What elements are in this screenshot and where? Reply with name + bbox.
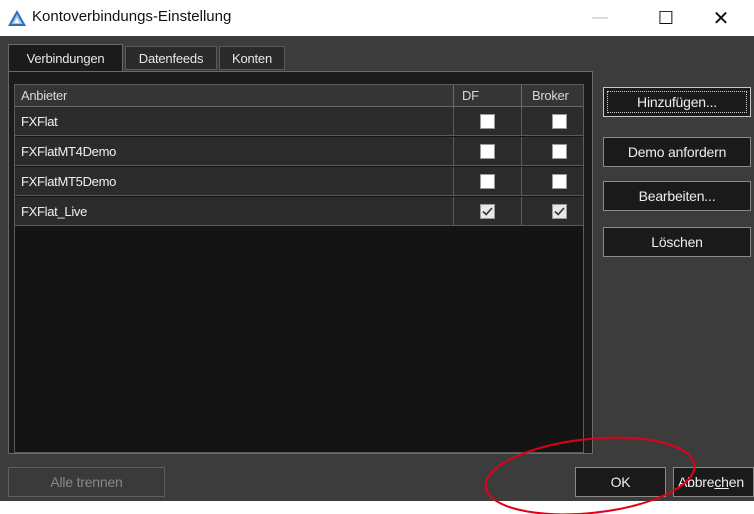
maximize-button[interactable]: ☐ [643, 0, 689, 36]
provider-name: FXFlatMT4Demo [21, 144, 117, 159]
provider-name: FXFlatMT5Demo [21, 174, 117, 189]
table-row[interactable]: FXFlat_Live [15, 197, 583, 226]
broker-checkbox[interactable] [552, 144, 567, 159]
delete-button[interactable]: Löschen [603, 227, 751, 257]
provider-name: FXFlat [21, 114, 58, 129]
column-divider [521, 137, 522, 165]
table-row[interactable]: FXFlat [15, 107, 583, 136]
column-header-broker[interactable]: Broker [521, 85, 583, 106]
table-row[interactable]: FXFlatMT5Demo [15, 167, 583, 196]
ok-button[interactable]: OK [575, 467, 666, 497]
column-divider [453, 167, 454, 195]
cancel-button[interactable]: Abbre ch en [673, 467, 754, 497]
column-divider [521, 197, 522, 225]
column-header-df[interactable]: DF [453, 85, 520, 106]
column-divider [453, 107, 454, 135]
title-bar: Kontoverbindungs-Einstellung — ☐ ✕ [0, 0, 754, 36]
df-checkbox[interactable] [480, 204, 495, 219]
cancel-label-accesskey: ch [714, 474, 729, 490]
close-button[interactable]: ✕ [698, 0, 744, 36]
disconnect-all-button[interactable]: Alle trennen [8, 467, 165, 497]
edit-button[interactable]: Bearbeiten... [603, 181, 751, 211]
table-header: Anbieter DF Broker [15, 85, 583, 107]
check-icon [554, 207, 565, 216]
minimize-button[interactable]: — [577, 0, 623, 36]
request-demo-button[interactable]: Demo anfordern [603, 137, 751, 167]
window-bottom-edge [0, 501, 754, 514]
check-icon [482, 207, 493, 216]
df-checkbox[interactable] [480, 114, 495, 129]
broker-checkbox[interactable] [552, 174, 567, 189]
column-divider [453, 197, 454, 225]
focus-rectangle [607, 91, 747, 113]
triangle-logo-icon [8, 10, 26, 26]
tab-verbindungen[interactable]: Verbindungen [8, 44, 123, 72]
tab-konten[interactable]: Konten [219, 46, 285, 70]
broker-checkbox[interactable] [552, 114, 567, 129]
add-button[interactable]: Hinzufügen... [603, 87, 751, 117]
table-row[interactable]: FXFlatMT4Demo [15, 137, 583, 166]
broker-checkbox[interactable] [552, 204, 567, 219]
column-divider [453, 137, 454, 165]
cancel-label-prefix: Abbre [678, 474, 715, 490]
column-divider [521, 107, 522, 135]
column-header-anbieter[interactable]: Anbieter [21, 85, 451, 106]
cancel-label-suffix: en [728, 474, 744, 490]
connections-table[interactable]: Anbieter DF Broker FXFlat FXFlatMT4Demo … [14, 84, 584, 453]
df-checkbox[interactable] [480, 174, 495, 189]
window-title: Kontoverbindungs-Einstellung [32, 8, 232, 25]
column-divider [521, 167, 522, 195]
df-checkbox[interactable] [480, 144, 495, 159]
provider-name: FXFlat_Live [21, 204, 88, 219]
tab-datenfeeds[interactable]: Datenfeeds [125, 46, 217, 70]
